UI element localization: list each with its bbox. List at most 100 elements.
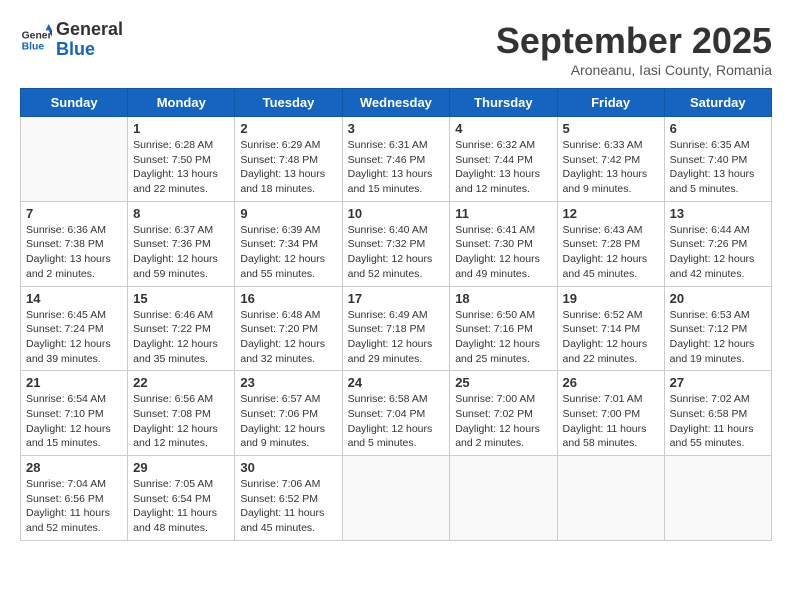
day-info: Sunrise: 6:33 AM Sunset: 7:42 PM Dayligh… [563,138,659,197]
logo-general-text: General [56,19,123,39]
calendar-day-cell [664,456,771,541]
day-info: Sunrise: 6:44 AM Sunset: 7:26 PM Dayligh… [670,223,766,282]
calendar-week-row: 1Sunrise: 6:28 AM Sunset: 7:50 PM Daylig… [21,117,772,202]
weekday-header: Wednesday [342,89,450,117]
day-number: 3 [348,121,445,136]
title-block: September 2025 Aroneanu, Iasi County, Ro… [496,20,772,78]
svg-text:General: General [22,30,52,41]
calendar-day-cell: 8 Sunrise: 6:37 AM Sunset: 7:36 PM Daylig… [128,201,235,286]
day-number: 11 [455,206,551,221]
calendar-day-cell: 22 Sunrise: 6:56 AM Sunset: 7:08 PM Dayli… [128,371,235,456]
calendar-day-cell: 21 Sunrise: 6:54 AM Sunset: 7:10 PM Dayli… [21,371,128,456]
day-info: Sunrise: 6:35 AM Sunset: 7:40 PM Dayligh… [670,138,766,197]
day-info: Sunrise: 7:02 AM Sunset: 6:58 PM Dayligh… [670,392,766,451]
day-number: 23 [240,375,336,390]
calendar-day-cell: 1Sunrise: 6:28 AM Sunset: 7:50 PM Daylig… [128,117,235,202]
svg-text:Blue: Blue [22,41,45,52]
day-number: 19 [563,291,659,306]
day-info: Sunrise: 6:29 AM Sunset: 7:48 PM Dayligh… [240,138,336,197]
day-number: 7 [26,206,122,221]
weekday-header: Friday [557,89,664,117]
calendar-day-cell: 17 Sunrise: 6:49 AM Sunset: 7:18 PM Dayli… [342,286,450,371]
day-number: 26 [563,375,659,390]
day-number: 4 [455,121,551,136]
calendar-day-cell: 14 Sunrise: 6:45 AM Sunset: 7:24 PM Dayli… [21,286,128,371]
day-number: 16 [240,291,336,306]
day-number: 14 [26,291,122,306]
calendar-day-cell: 20 Sunrise: 6:53 AM Sunset: 7:12 PM Dayli… [664,286,771,371]
month-title: September 2025 [496,20,772,62]
day-info: Sunrise: 7:05 AM Sunset: 6:54 PM Dayligh… [133,477,229,536]
calendar-day-cell: 18 Sunrise: 6:50 AM Sunset: 7:16 PM Dayli… [450,286,557,371]
day-number: 28 [26,460,122,475]
calendar-day-cell: 9Sunrise: 6:39 AM Sunset: 7:34 PM Daylig… [235,201,342,286]
calendar-day-cell: 3 Sunrise: 6:31 AM Sunset: 7:46 PM Daylig… [342,117,450,202]
calendar-table: SundayMondayTuesdayWednesdayThursdayFrid… [20,88,772,541]
logo-icon: General Blue [20,24,52,56]
calendar-day-cell: 25Sunrise: 7:00 AM Sunset: 7:02 PM Dayli… [450,371,557,456]
calendar-week-row: 14 Sunrise: 6:45 AM Sunset: 7:24 PM Dayli… [21,286,772,371]
calendar-day-cell: 2Sunrise: 6:29 AM Sunset: 7:48 PM Daylig… [235,117,342,202]
day-info: Sunrise: 6:56 AM Sunset: 7:08 PM Dayligh… [133,392,229,451]
logo: General Blue General Blue [20,20,123,60]
day-info: Sunrise: 6:54 AM Sunset: 7:10 PM Dayligh… [26,392,122,451]
day-info: Sunrise: 6:46 AM Sunset: 7:22 PM Dayligh… [133,308,229,367]
day-number: 21 [26,375,122,390]
calendar-day-cell [21,117,128,202]
day-number: 17 [348,291,445,306]
day-info: Sunrise: 6:37 AM Sunset: 7:36 PM Dayligh… [133,223,229,282]
day-info: Sunrise: 6:49 AM Sunset: 7:18 PM Dayligh… [348,308,445,367]
day-number: 8 [133,206,229,221]
weekday-header: Saturday [664,89,771,117]
calendar-day-cell: 15 Sunrise: 6:46 AM Sunset: 7:22 PM Dayli… [128,286,235,371]
calendar-day-cell: 6 Sunrise: 6:35 AM Sunset: 7:40 PM Daylig… [664,117,771,202]
day-number: 18 [455,291,551,306]
day-number: 30 [240,460,336,475]
day-info: Sunrise: 6:31 AM Sunset: 7:46 PM Dayligh… [348,138,445,197]
day-info: Sunrise: 6:45 AM Sunset: 7:24 PM Dayligh… [26,308,122,367]
calendar-day-cell: 11 Sunrise: 6:41 AM Sunset: 7:30 PM Dayli… [450,201,557,286]
day-number: 10 [348,206,445,221]
day-number: 25 [455,375,551,390]
logo-blue-text: Blue [56,39,95,59]
weekday-header: Monday [128,89,235,117]
day-info: Sunrise: 7:04 AM Sunset: 6:56 PM Dayligh… [26,477,122,536]
day-number: 29 [133,460,229,475]
calendar-day-cell [450,456,557,541]
calendar-day-cell: 10 Sunrise: 6:40 AM Sunset: 7:32 PM Dayli… [342,201,450,286]
calendar-day-cell: 26 Sunrise: 7:01 AM Sunset: 7:00 PM Dayli… [557,371,664,456]
day-number: 22 [133,375,229,390]
calendar-day-cell: 19 Sunrise: 6:52 AM Sunset: 7:14 PM Dayli… [557,286,664,371]
day-info: Sunrise: 7:01 AM Sunset: 7:00 PM Dayligh… [563,392,659,451]
day-info: Sunrise: 6:48 AM Sunset: 7:20 PM Dayligh… [240,308,336,367]
day-info: Sunrise: 6:52 AM Sunset: 7:14 PM Dayligh… [563,308,659,367]
calendar-week-row: 21 Sunrise: 6:54 AM Sunset: 7:10 PM Dayli… [21,371,772,456]
calendar-day-cell: 24 Sunrise: 6:58 AM Sunset: 7:04 PM Dayli… [342,371,450,456]
weekday-header: Tuesday [235,89,342,117]
calendar-day-cell: 4Sunrise: 6:32 AM Sunset: 7:44 PM Daylig… [450,117,557,202]
day-info: Sunrise: 6:50 AM Sunset: 7:16 PM Dayligh… [455,308,551,367]
day-number: 5 [563,121,659,136]
calendar-day-cell: 23 Sunrise: 6:57 AM Sunset: 7:06 PM Dayli… [235,371,342,456]
calendar-day-cell: 29 Sunrise: 7:05 AM Sunset: 6:54 PM Dayli… [128,456,235,541]
day-info: Sunrise: 6:39 AM Sunset: 7:34 PM Dayligh… [240,223,336,282]
weekday-header: Sunday [21,89,128,117]
day-info: Sunrise: 6:41 AM Sunset: 7:30 PM Dayligh… [455,223,551,282]
calendar-day-cell: 5 Sunrise: 6:33 AM Sunset: 7:42 PM Daylig… [557,117,664,202]
calendar-day-cell: 13Sunrise: 6:44 AM Sunset: 7:26 PM Dayli… [664,201,771,286]
day-info: Sunrise: 7:06 AM Sunset: 6:52 PM Dayligh… [240,477,336,536]
day-info: Sunrise: 6:36 AM Sunset: 7:38 PM Dayligh… [26,223,122,282]
day-number: 12 [563,206,659,221]
day-info: Sunrise: 6:40 AM Sunset: 7:32 PM Dayligh… [348,223,445,282]
calendar-day-cell: 27Sunrise: 7:02 AM Sunset: 6:58 PM Dayli… [664,371,771,456]
calendar-day-cell: 12Sunrise: 6:43 AM Sunset: 7:28 PM Dayli… [557,201,664,286]
calendar-day-cell [557,456,664,541]
day-number: 6 [670,121,766,136]
day-info: Sunrise: 6:53 AM Sunset: 7:12 PM Dayligh… [670,308,766,367]
day-number: 20 [670,291,766,306]
weekday-header: Thursday [450,89,557,117]
day-info: Sunrise: 6:58 AM Sunset: 7:04 PM Dayligh… [348,392,445,451]
day-info: Sunrise: 6:57 AM Sunset: 7:06 PM Dayligh… [240,392,336,451]
day-number: 24 [348,375,445,390]
day-number: 15 [133,291,229,306]
